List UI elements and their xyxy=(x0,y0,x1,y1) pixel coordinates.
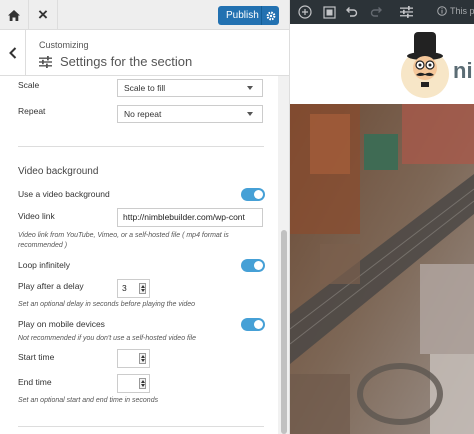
section-title: Settings for the section xyxy=(60,54,193,69)
close-button[interactable]: × xyxy=(29,0,58,30)
sliders-icon xyxy=(399,6,413,18)
edit-icon xyxy=(322,5,336,19)
scale-select[interactable]: Scale to fill xyxy=(117,79,263,97)
repeat-select[interactable]: No repeat xyxy=(117,105,263,123)
video-link-description-line2: recommended ) xyxy=(18,242,68,249)
delay-label: Play after a delay xyxy=(18,281,84,291)
brand-text: ni xyxy=(453,58,473,83)
chevron-down-icon xyxy=(247,86,253,90)
divider xyxy=(18,426,264,427)
home-icon xyxy=(8,9,20,21)
spinner-icon[interactable] xyxy=(139,283,146,294)
video-link-description-line1: Video link from YouTube, Vimeo, or a sel… xyxy=(18,232,229,239)
undo-icon xyxy=(345,7,357,17)
close-icon: × xyxy=(38,5,48,24)
toggle-knob xyxy=(254,190,263,199)
redo-button[interactable] xyxy=(367,3,385,21)
mobile-description: Not recommended if you don't use a self-… xyxy=(18,335,196,342)
info-icon xyxy=(437,6,447,16)
back-button[interactable] xyxy=(0,30,26,76)
sliders-button[interactable] xyxy=(397,3,415,21)
scrollbar-thumb[interactable] xyxy=(281,230,287,434)
delay-value: 3 xyxy=(122,283,127,293)
settings-content: Scale Scale to fill Repeat No repeat Vid… xyxy=(0,76,278,434)
customizer-topbar: × Publish xyxy=(0,0,289,30)
aerial-city-video-frame xyxy=(290,104,474,434)
loop-label: Loop infinitely xyxy=(18,260,70,270)
use-video-label: Use a video background xyxy=(18,189,110,199)
scale-select-value: Scale to fill xyxy=(124,83,166,93)
site-header: ni xyxy=(290,24,474,104)
end-time-description: Set an optional start and end time in se… xyxy=(18,397,159,404)
home-button[interactable] xyxy=(0,0,29,30)
mobile-label: Play on mobile devices xyxy=(18,319,105,329)
spinner-icon[interactable] xyxy=(139,378,146,389)
end-time-label: End time xyxy=(18,377,52,387)
preview-toolbar: This page xyxy=(290,0,474,24)
customizer-panel: × Publish Customizing Settings for the s… xyxy=(0,0,290,434)
start-time-input[interactable] xyxy=(117,349,150,368)
start-time-label: Start time xyxy=(18,352,55,362)
mobile-toggle[interactable] xyxy=(241,318,265,331)
scale-label: Scale xyxy=(18,80,40,90)
add-icon xyxy=(298,5,312,19)
toggle-knob xyxy=(254,320,263,329)
publish-settings-button[interactable] xyxy=(261,6,279,25)
mascot-logo xyxy=(401,32,449,98)
video-background-hero xyxy=(290,104,474,434)
gear-icon xyxy=(266,11,275,20)
redo-icon xyxy=(370,7,382,17)
loop-toggle[interactable] xyxy=(241,259,265,272)
sliders-icon xyxy=(39,55,52,68)
site-preview: This page ni xyxy=(290,0,474,434)
delay-description: Set an optional delay in seconds before … xyxy=(18,301,196,308)
use-video-toggle[interactable] xyxy=(241,188,265,201)
preview-hint: This page xyxy=(437,6,474,16)
add-button[interactable] xyxy=(296,3,314,21)
chevron-down-icon xyxy=(247,112,253,116)
publish-button[interactable]: Publish xyxy=(218,6,261,25)
customizing-label: Customizing xyxy=(39,40,89,50)
toggle-knob xyxy=(254,261,263,270)
video-link-input[interactable]: http://nimblebuilder.com/wp-cont xyxy=(117,208,263,227)
video-background-heading: Video background xyxy=(18,166,99,177)
undo-button[interactable] xyxy=(342,3,360,21)
edit-button[interactable] xyxy=(320,3,338,21)
divider xyxy=(18,146,264,147)
chevron-left-icon xyxy=(8,47,16,59)
spinner-icon[interactable] xyxy=(139,353,146,364)
publish-group: Publish xyxy=(218,6,279,25)
video-link-label: Video link xyxy=(18,211,55,221)
end-time-input[interactable] xyxy=(117,374,150,393)
repeat-select-value: No repeat xyxy=(124,109,162,119)
preview-hint-text: This page xyxy=(450,6,474,16)
section-header: Customizing Settings for the section xyxy=(0,30,289,76)
repeat-label: Repeat xyxy=(18,106,46,116)
section-title-row: Settings for the section xyxy=(39,54,192,69)
delay-input[interactable]: 3 xyxy=(117,279,150,298)
